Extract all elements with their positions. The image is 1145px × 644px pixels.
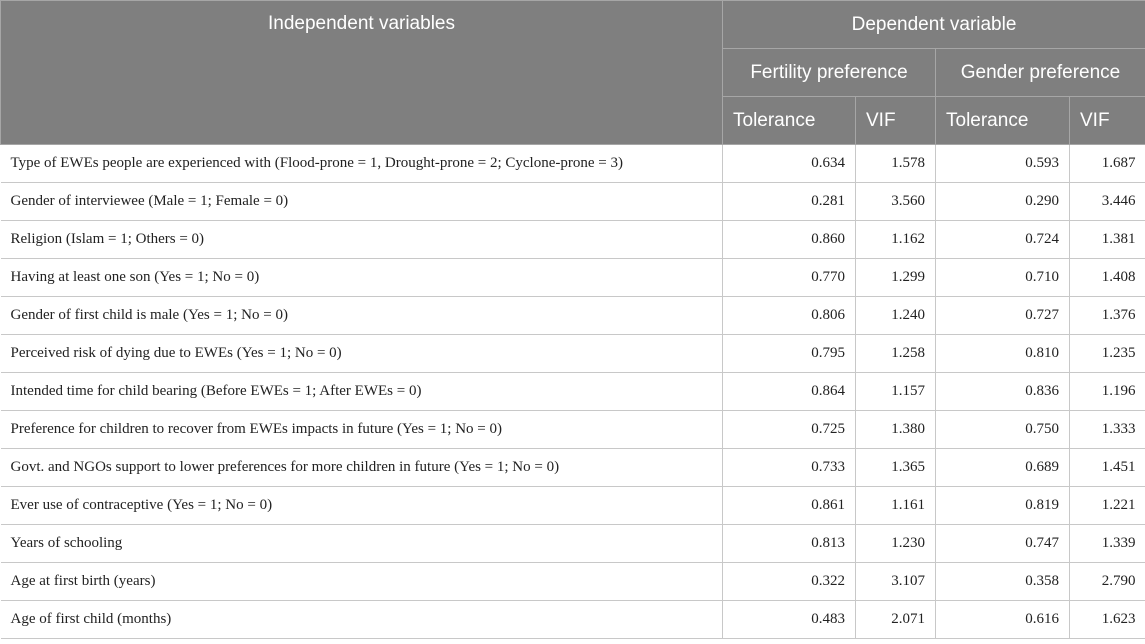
table-row: Gender of first child is male (Yes = 1; … — [0, 296, 1145, 335]
fertility-tolerance-value: 0.864 — [722, 372, 856, 411]
table-row: Preference for children to recover from … — [0, 410, 1145, 449]
gender-tolerance-value: 0.290 — [935, 182, 1070, 221]
fertility-vif-header: VIF — [855, 96, 936, 145]
gender-tolerance-value: 0.593 — [935, 144, 1070, 183]
fertility-tolerance-value: 0.795 — [722, 334, 856, 373]
gender-vif-value: 1.339 — [1069, 524, 1145, 563]
fertility-vif-value: 1.230 — [855, 524, 936, 563]
table-row: Having at least one son (Yes = 1; No = 0… — [0, 258, 1145, 297]
gender-tolerance-value: 0.358 — [935, 562, 1070, 601]
fertility-vif-value: 1.240 — [855, 296, 936, 335]
gender-tolerance-value: 0.616 — [935, 600, 1070, 639]
fertility-vif-value: 1.157 — [855, 372, 936, 411]
variable-label: Perceived risk of dying due to EWEs (Yes… — [0, 334, 723, 373]
gender-vif-value: 1.235 — [1069, 334, 1145, 373]
gender-tolerance-value: 0.727 — [935, 296, 1070, 335]
fertility-tolerance-value: 0.861 — [722, 486, 856, 525]
independent-variables-header: Independent variables — [0, 0, 723, 145]
fertility-tolerance-value: 0.813 — [722, 524, 856, 563]
table-body: Type of EWEs people are experienced with… — [0, 144, 1145, 639]
fertility-preference-header: Fertility preference — [722, 48, 936, 97]
collinearity-table: Independent variables Dependent variable… — [0, 0, 1145, 639]
fertility-vif-value: 1.578 — [855, 144, 936, 183]
gender-tolerance-value: 0.836 — [935, 372, 1070, 411]
variable-label: Gender of first child is male (Yes = 1; … — [0, 296, 723, 335]
variable-label: Age of first child (months) — [0, 600, 723, 639]
gender-tolerance-value: 0.819 — [935, 486, 1070, 525]
fertility-vif-value: 1.380 — [855, 410, 936, 449]
variable-label: Govt. and NGOs support to lower preferen… — [0, 448, 723, 487]
table-row: Age of first child (months) 0.483 2.071 … — [0, 600, 1145, 639]
table-row: Religion (Islam = 1; Others = 0) 0.860 1… — [0, 220, 1145, 259]
gender-vif-value: 1.376 — [1069, 296, 1145, 335]
gender-vif-value: 1.221 — [1069, 486, 1145, 525]
variable-label: Years of schooling — [0, 524, 723, 563]
gender-tolerance-value: 0.747 — [935, 524, 1070, 563]
fertility-vif-value: 3.107 — [855, 562, 936, 601]
fertility-vif-value: 2.071 — [855, 600, 936, 639]
fertility-vif-value: 3.560 — [855, 182, 936, 221]
fertility-tolerance-value: 0.733 — [722, 448, 856, 487]
fertility-tolerance-value: 0.725 — [722, 410, 856, 449]
gender-vif-value: 1.623 — [1069, 600, 1145, 639]
table-row: Ever use of contraceptive (Yes = 1; No =… — [0, 486, 1145, 525]
fertility-tolerance-value: 0.770 — [722, 258, 856, 297]
gender-vif-value: 1.451 — [1069, 448, 1145, 487]
gender-vif-value: 3.446 — [1069, 182, 1145, 221]
fertility-tolerance-value: 0.860 — [722, 220, 856, 259]
gender-vif-value: 1.408 — [1069, 258, 1145, 297]
table-row: Type of EWEs people are experienced with… — [0, 144, 1145, 183]
gender-tolerance-value: 0.810 — [935, 334, 1070, 373]
variable-label: Age at first birth (years) — [0, 562, 723, 601]
gender-vif-value: 1.196 — [1069, 372, 1145, 411]
fertility-vif-value: 1.365 — [855, 448, 936, 487]
variable-label: Gender of interviewee (Male = 1; Female … — [0, 182, 723, 221]
fertility-tolerance-value: 0.281 — [722, 182, 856, 221]
table-row: Intended time for child bearing (Before … — [0, 372, 1145, 411]
table-row: Gender of interviewee (Male = 1; Female … — [0, 182, 1145, 221]
fertility-vif-value: 1.299 — [855, 258, 936, 297]
table-header: Independent variables Dependent variable… — [0, 0, 1145, 145]
fertility-tolerance-value: 0.634 — [722, 144, 856, 183]
table-row: Age at first birth (years) 0.322 3.107 0… — [0, 562, 1145, 601]
gender-tolerance-value: 0.750 — [935, 410, 1070, 449]
table-row: Govt. and NGOs support to lower preferen… — [0, 448, 1145, 487]
fertility-vif-value: 1.162 — [855, 220, 936, 259]
gender-vif-header: VIF — [1068, 96, 1145, 145]
fertility-tolerance-value: 0.322 — [722, 562, 856, 601]
gender-tolerance-header: Tolerance — [935, 96, 1070, 145]
gender-vif-value: 1.333 — [1069, 410, 1145, 449]
gender-tolerance-value: 0.689 — [935, 448, 1070, 487]
gender-tolerance-value: 0.710 — [935, 258, 1070, 297]
gender-vif-value: 1.687 — [1069, 144, 1145, 183]
variable-label: Intended time for child bearing (Before … — [0, 372, 723, 411]
gender-vif-value: 2.790 — [1069, 562, 1145, 601]
variable-label: Having at least one son (Yes = 1; No = 0… — [0, 258, 723, 297]
fertility-tolerance-header: Tolerance — [722, 96, 856, 145]
fertility-vif-value: 1.161 — [855, 486, 936, 525]
gender-tolerance-value: 0.724 — [935, 220, 1070, 259]
table-row: Perceived risk of dying due to EWEs (Yes… — [0, 334, 1145, 373]
fertility-vif-value: 1.258 — [855, 334, 936, 373]
variable-label: Type of EWEs people are experienced with… — [0, 144, 723, 183]
table-row: Years of schooling 0.813 1.230 0.747 1.3… — [0, 524, 1145, 563]
gender-preference-header: Gender preference — [934, 48, 1145, 97]
variable-label: Ever use of contraceptive (Yes = 1; No =… — [0, 486, 723, 525]
fertility-tolerance-value: 0.483 — [722, 600, 856, 639]
variable-label: Religion (Islam = 1; Others = 0) — [0, 220, 723, 259]
dependent-variable-header: Dependent variable — [721, 0, 1145, 49]
variable-label: Preference for children to recover from … — [0, 410, 723, 449]
fertility-tolerance-value: 0.806 — [722, 296, 856, 335]
gender-vif-value: 1.381 — [1069, 220, 1145, 259]
